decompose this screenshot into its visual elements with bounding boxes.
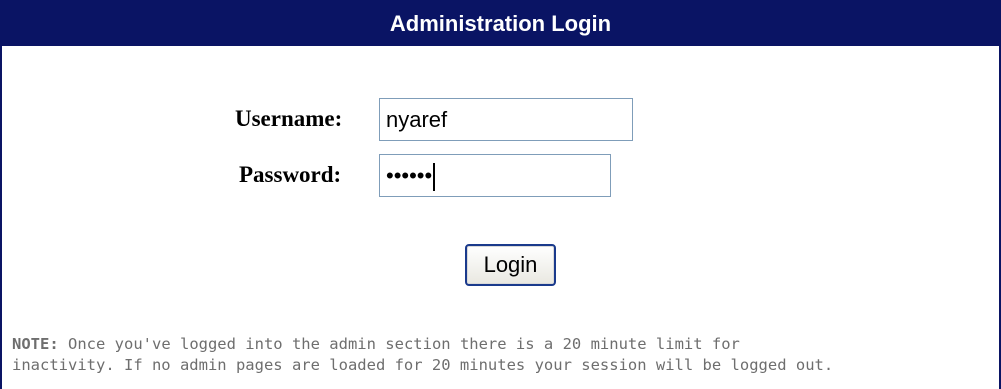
panel-title: Administration Login (2, 2, 999, 46)
username-field[interactable]: nyaref (379, 98, 633, 141)
admin-login-panel: Administration Login Username: nyaref Pa… (0, 0, 1001, 389)
login-button[interactable]: Login (465, 244, 556, 286)
password-mask: •••••• (386, 163, 433, 188)
note-line-1: NOTE: Once you've logged into the admin … (12, 334, 1001, 355)
username-value: nyaref (386, 107, 448, 132)
note-prefix: NOTE: (12, 335, 59, 353)
username-label: Username: (235, 106, 343, 131)
password-field[interactable]: •••••• (379, 154, 611, 197)
session-note: NOTE: Once you've logged into the admin … (12, 334, 1001, 376)
note-line-1-text: Once you've logged into the admin sectio… (58, 335, 740, 353)
password-label: Password: (239, 162, 342, 187)
note-line-2: inactivity. If no admin pages are loaded… (12, 356, 834, 374)
text-caret (433, 163, 436, 192)
